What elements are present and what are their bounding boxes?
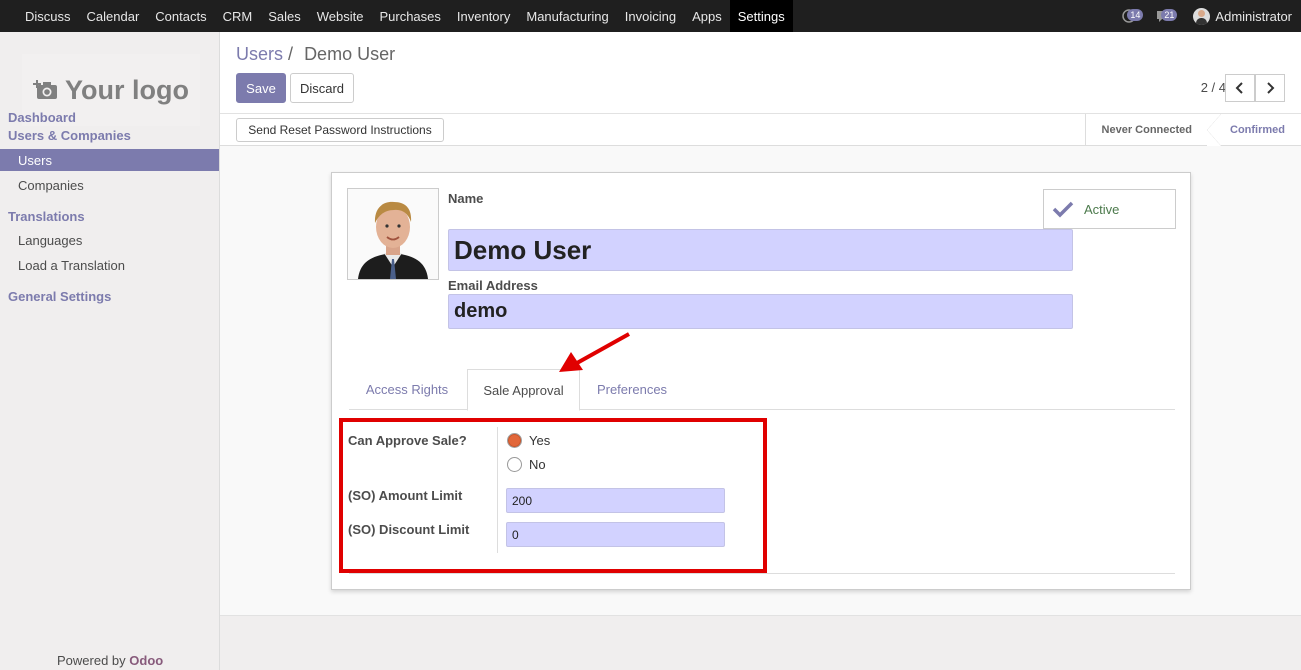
pager-value: 2 / 4: [1200, 80, 1226, 95]
email-input[interactable]: demo: [448, 294, 1073, 329]
status-confirmed: Confirmed: [1207, 114, 1301, 146]
check-icon: [1052, 201, 1074, 218]
menu-apps[interactable]: Apps: [684, 0, 730, 32]
sidebar: Your logo Dashboard Users & Companies Us…: [0, 32, 220, 670]
breadcrumb: Users / Demo User: [236, 44, 395, 65]
menu-calendar[interactable]: Calendar: [79, 0, 148, 32]
sidebar-item-companies[interactable]: Companies: [0, 174, 219, 196]
save-button[interactable]: Save: [236, 73, 286, 103]
email-label: Email Address: [448, 278, 538, 293]
form-statusbar: Send Reset Password Instructions Never C…: [220, 114, 1301, 146]
sidebar-users-companies[interactable]: Users & Companies: [8, 128, 131, 143]
user-avatar: [1193, 7, 1211, 25]
breadcrumb-separator: /: [288, 44, 294, 64]
name-input[interactable]: Demo User: [448, 229, 1073, 271]
annotation-highlight-box: [339, 418, 767, 573]
menu-invoicing[interactable]: Invoicing: [617, 0, 684, 32]
sidebar-item-load-translation[interactable]: Load a Translation: [0, 254, 219, 276]
powered-by-text: Powered by: [57, 653, 126, 668]
user-photo[interactable]: [347, 188, 439, 280]
app-menu: Discuss Calendar Contacts CRM Sales Webs…: [0, 0, 793, 32]
breadcrumb-current: Demo User: [304, 44, 396, 64]
control-panel: Users / Demo User Save Discard 2 / 4: [220, 32, 1301, 114]
pager-previous-button[interactable]: [1225, 74, 1255, 102]
sidebar-translations[interactable]: Translations: [8, 209, 85, 224]
logo-text: Your logo: [65, 74, 189, 105]
menu-contacts[interactable]: Contacts: [147, 0, 214, 32]
message-count-badge: 21: [1161, 9, 1178, 21]
sidebar-item-languages[interactable]: Languages: [0, 229, 219, 251]
reset-password-button[interactable]: Send Reset Password Instructions: [236, 118, 444, 142]
systray: 14 21 Administrator: [1121, 0, 1301, 32]
menu-settings[interactable]: Settings: [729, 0, 793, 32]
menu-discuss[interactable]: Discuss: [17, 0, 79, 32]
sidebar-item-users[interactable]: Users: [0, 149, 219, 171]
user-name: Administrator: [1215, 8, 1292, 24]
activity-clock-icon[interactable]: 14: [1121, 7, 1149, 25]
sidebar-general-settings[interactable]: General Settings: [8, 289, 111, 304]
chevron-right-icon: [1267, 82, 1275, 94]
active-toggle-button[interactable]: Active: [1043, 189, 1176, 229]
menu-purchases[interactable]: Purchases: [371, 0, 448, 32]
odoo-link[interactable]: Odoo: [129, 653, 163, 668]
sheet-divider: [349, 573, 1175, 574]
menu-manufacturing[interactable]: Manufacturing: [518, 0, 616, 32]
tab-sale-approval[interactable]: Sale Approval: [467, 369, 580, 411]
status-steps: Never Connected Confirmed: [1084, 114, 1301, 146]
user-menu[interactable]: Administrator: [1193, 7, 1292, 25]
camera-plus-icon: [33, 80, 57, 99]
menu-inventory[interactable]: Inventory: [449, 0, 518, 32]
name-label: Name: [448, 191, 484, 206]
status-never-connected: Never Connected: [1084, 114, 1208, 146]
messages-chat-icon[interactable]: 21: [1155, 7, 1183, 25]
menu-crm[interactable]: CRM: [215, 0, 261, 32]
powered-by: Powered by Odoo: [57, 653, 163, 668]
chevron-left-icon: [1235, 82, 1243, 94]
annotation-arrow-icon: [559, 332, 630, 372]
sidebar-dashboard[interactable]: Dashboard: [8, 110, 76, 125]
breadcrumb-users[interactable]: Users: [236, 44, 283, 64]
discard-button[interactable]: Discard: [290, 73, 354, 103]
tab-access-rights[interactable]: Access Rights: [349, 369, 465, 410]
menu-sales[interactable]: Sales: [260, 0, 309, 32]
tab-preferences[interactable]: Preferences: [582, 369, 682, 410]
notebook-tabs: Access Rights Sale Approval Preferences: [349, 369, 1175, 411]
top-navbar: Discuss Calendar Contacts CRM Sales Webs…: [0, 0, 1301, 32]
activity-count-badge: 14: [1127, 9, 1144, 21]
pager-next-button[interactable]: [1255, 74, 1285, 102]
active-label: Active: [1084, 201, 1120, 217]
menu-website[interactable]: Website: [309, 0, 372, 32]
